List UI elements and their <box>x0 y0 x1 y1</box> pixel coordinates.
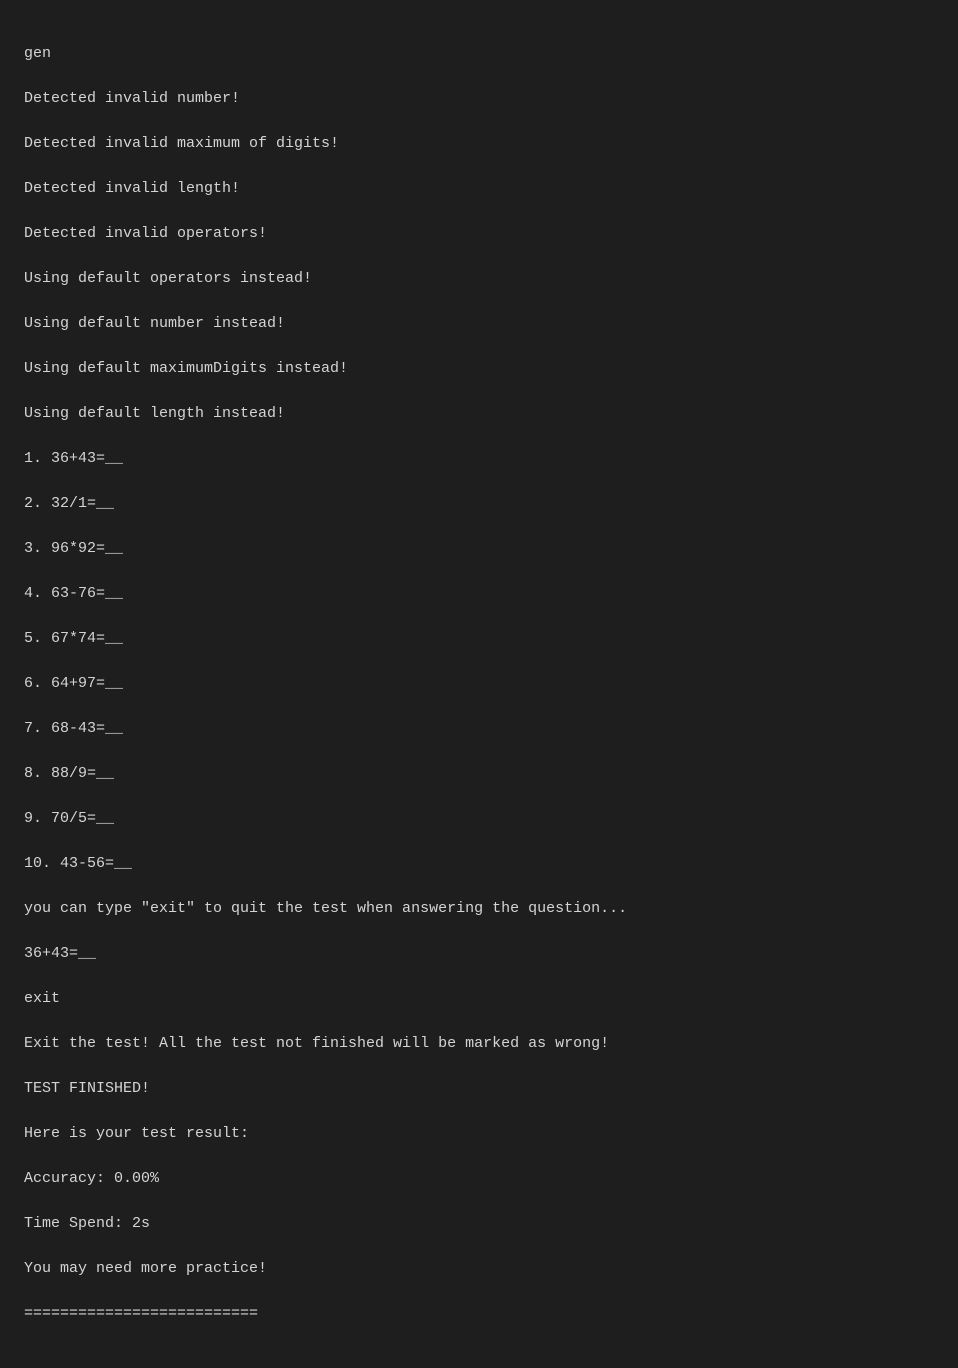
line-default-length: Using default length instead! <box>24 403 934 426</box>
line-q9: 9. 70/5=__ <box>24 808 934 831</box>
line-gen: gen <box>24 43 934 66</box>
line-q7: 7. 68-43=__ <box>24 718 934 741</box>
line-q4: 4. 63-76=__ <box>24 583 934 606</box>
line-q3: 3. 96*92=__ <box>24 538 934 561</box>
line-exit-msg: Exit the test! All the test not finished… <box>24 1033 934 1056</box>
terminal-output: gen Detected invalid number! Detected in… <box>24 20 934 1348</box>
line-q1: 1. 36+43=__ <box>24 448 934 471</box>
line-time: Time Spend: 2s <box>24 1213 934 1236</box>
line-accuracy: Accuracy: 0.00% <box>24 1168 934 1191</box>
line-invalid-max-digits: Detected invalid maximum of digits! <box>24 133 934 156</box>
line-hint: you can type "exit" to quit the test whe… <box>24 898 934 921</box>
line-q6: 6. 64+97=__ <box>24 673 934 696</box>
line-invalid-length: Detected invalid length! <box>24 178 934 201</box>
line-q5: 5. 67*74=__ <box>24 628 934 651</box>
line-prompt1: 36+43=__ <box>24 943 934 966</box>
line-result-header: Here is your test result: <box>24 1123 934 1146</box>
line-default-number: Using default number instead! <box>24 313 934 336</box>
line-practice: You may need more practice! <box>24 1258 934 1281</box>
line-q10: 10. 43-56=__ <box>24 853 934 876</box>
line-separator: ========================== <box>24 1303 934 1326</box>
line-q2: 2. 32/1=__ <box>24 493 934 516</box>
line-default-max-digits: Using default maximumDigits instead! <box>24 358 934 381</box>
line-default-operators: Using default operators instead! <box>24 268 934 291</box>
line-exit-cmd: exit <box>24 988 934 1011</box>
line-invalid-number: Detected invalid number! <box>24 88 934 111</box>
line-invalid-operators: Detected invalid operators! <box>24 223 934 246</box>
line-q8: 8. 88/9=__ <box>24 763 934 786</box>
line-test-finished: TEST FINISHED! <box>24 1078 934 1101</box>
